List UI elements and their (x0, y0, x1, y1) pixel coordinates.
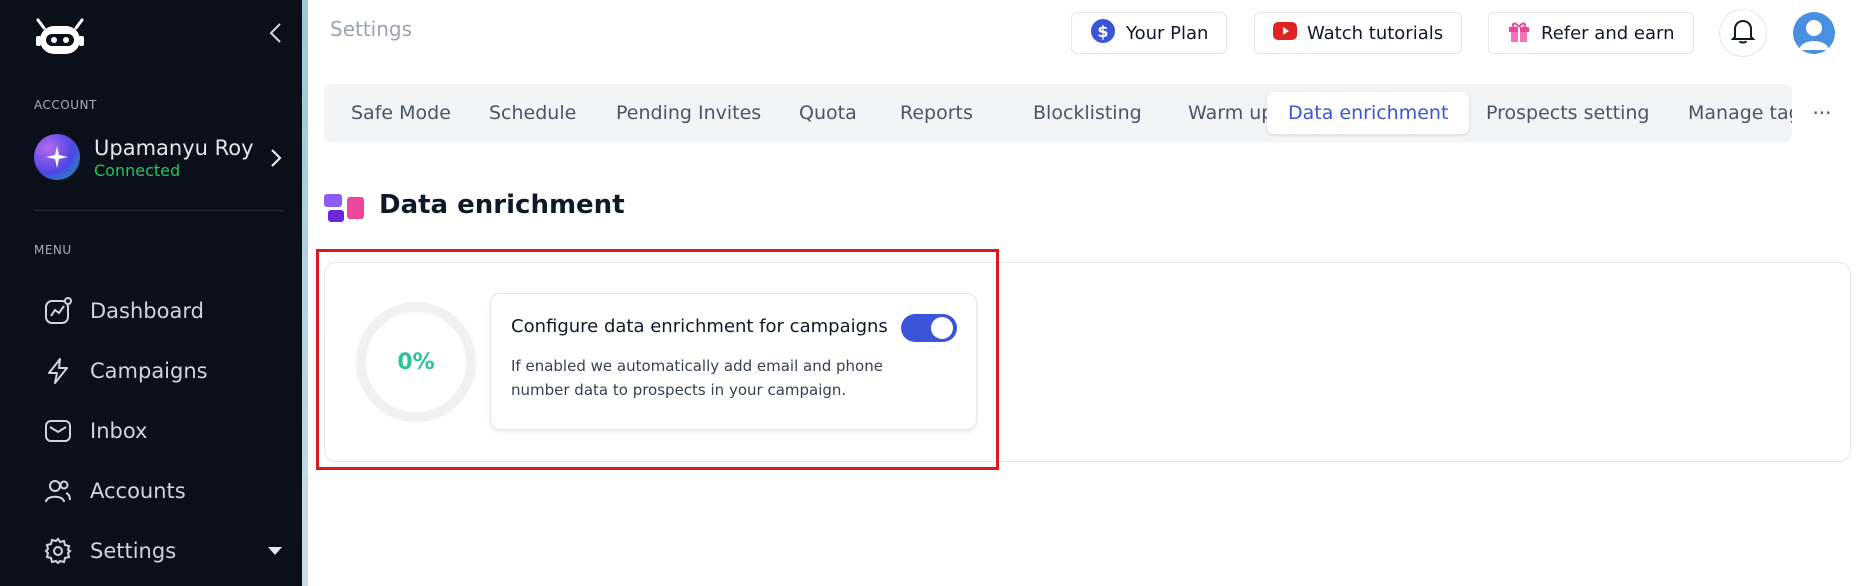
avatar (34, 134, 80, 180)
tab-data-enrichment[interactable]: Data enrichment (1267, 92, 1470, 134)
tab-manage-tags[interactable]: Manage tags (1667, 92, 1792, 134)
data-enrichment-icon (324, 194, 366, 222)
tab-reports[interactable]: Reports (879, 92, 994, 134)
your-plan-button[interactable]: $ Your Plan (1071, 12, 1228, 54)
tab-quota[interactable]: Quota (778, 92, 878, 134)
sidebar-item-accounts[interactable]: Accounts (44, 471, 284, 511)
lightning-icon (44, 357, 72, 385)
notifications-button[interactable] (1719, 9, 1767, 57)
account-section-label: ACCOUNT (34, 98, 97, 112)
bell-icon (1730, 17, 1756, 49)
watch-tutorials-button[interactable]: Watch tutorials (1254, 12, 1463, 54)
profile-avatar[interactable] (1793, 12, 1835, 54)
account-status: Connected (94, 161, 181, 180)
your-plan-label: Your Plan (1126, 22, 1209, 44)
refer-and-earn-button[interactable]: Refer and earn (1488, 12, 1694, 54)
collapse-sidebar-icon[interactable] (268, 22, 284, 44)
sidebar-item-inbox[interactable]: Inbox (44, 411, 284, 451)
youtube-icon (1273, 21, 1297, 45)
inbox-icon (44, 417, 72, 445)
sidebar-item-dashboard[interactable]: Dashboard (44, 291, 284, 331)
tab-prospects-setting[interactable]: Prospects setting (1465, 92, 1671, 134)
gift-icon (1507, 19, 1531, 48)
sidebar: ACCOUNT Upamanyu Roy Connected MENU Dash… (0, 0, 302, 586)
tab-pending-invites[interactable]: Pending Invites (595, 92, 782, 134)
chevron-right-icon (270, 148, 282, 172)
more-tabs-button[interactable]: ··· (1794, 84, 1850, 142)
sidebar-item-label: Accounts (90, 479, 186, 503)
user-icon (1799, 20, 1829, 50)
sidebar-edge (302, 0, 308, 586)
settings-tabs: Safe Mode Schedule Pending Invites Quota… (324, 84, 1792, 142)
account-name: Upamanyu Roy (94, 136, 254, 160)
sidebar-item-campaigns[interactable]: Campaigns (44, 351, 284, 391)
dollar-icon: $ (1090, 18, 1116, 49)
sidebar-item-label: Settings (90, 539, 177, 563)
sidebar-item-label: Campaigns (90, 359, 208, 383)
refer-and-earn-label: Refer and earn (1541, 22, 1675, 44)
users-icon (44, 477, 72, 505)
sidebar-divider (34, 210, 284, 211)
highlight-box (316, 249, 999, 470)
tab-schedule[interactable]: Schedule (468, 92, 597, 134)
sidebar-item-label: Inbox (90, 419, 148, 443)
gear-icon (44, 537, 72, 565)
caret-down-icon (268, 547, 282, 555)
page-title: Settings (330, 17, 413, 41)
watch-tutorials-label: Watch tutorials (1307, 22, 1444, 44)
robot-logo-icon[interactable] (34, 18, 86, 60)
tab-safe-mode[interactable]: Safe Mode (330, 92, 472, 134)
account-switcher[interactable]: Upamanyu Roy Connected (34, 134, 284, 182)
sidebar-item-settings[interactable]: Settings (44, 531, 284, 571)
menu-section-label: MENU (34, 243, 72, 257)
sidebar-item-label: Dashboard (90, 299, 204, 323)
section-title: Data enrichment (379, 190, 625, 220)
tab-blocklisting[interactable]: Blocklisting (1012, 92, 1163, 134)
dashboard-icon (44, 297, 72, 325)
svg-text:$: $ (1097, 22, 1108, 41)
